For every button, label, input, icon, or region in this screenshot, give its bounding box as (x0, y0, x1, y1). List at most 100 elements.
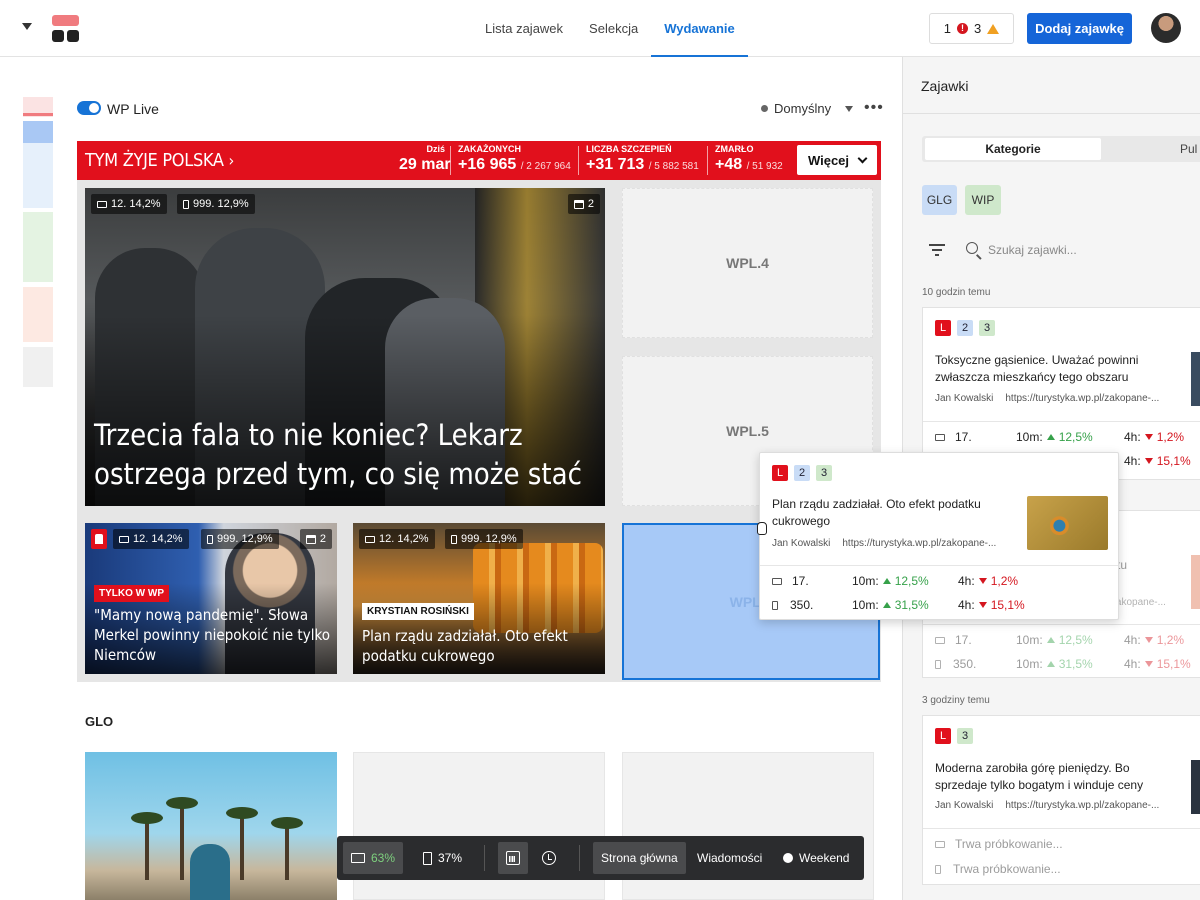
story-caption: "Mamy nową pandemię". Słowa Merkel powin… (94, 606, 330, 664)
teaser-thumbnail (1191, 352, 1200, 406)
time-label: 3 godziny temu (922, 695, 990, 706)
error-icon: ! (957, 23, 968, 34)
count-chip: 2 (567, 194, 600, 214)
monitor-icon (351, 853, 365, 863)
tab-categories[interactable]: Kategorie (925, 138, 1101, 160)
live-toggle[interactable] (77, 101, 101, 115)
page-weekend-button[interactable]: Weekend (775, 842, 857, 874)
more-button[interactable]: Więcej (797, 145, 877, 175)
minimap-block[interactable] (23, 347, 53, 387)
view-toolbar: 63% 37% Strona główna Wiadomości Weekend (337, 836, 864, 880)
minimap-block[interactable] (23, 287, 53, 342)
error-count: 1 (943, 21, 951, 36)
badge-group: L 3 (935, 728, 973, 744)
divider (484, 845, 485, 871)
arrow-up-icon (1046, 637, 1055, 643)
caret-down-icon[interactable] (22, 23, 32, 30)
mobile-icon (207, 534, 213, 544)
page-news-button[interactable]: Wiadomości (689, 842, 770, 874)
chevron-down-icon (857, 153, 868, 163)
teaser-title: Moderna zarobiła górę pieniędzy. Bo sprz… (935, 761, 1144, 792)
main-story-card[interactable]: 12. 14,2% 999. 12,9% 2 Trzecia fala to n… (85, 188, 605, 506)
more-options-icon[interactable]: ••• (864, 99, 884, 117)
monitor-icon (772, 577, 782, 585)
calendar-icon (305, 534, 316, 544)
banner-title[interactable]: TYM ŻYJE POLSKA › (85, 150, 234, 171)
teaser-meta: Jan Kowalski https://turystyka.wp.pl/zako… (772, 538, 997, 549)
story-card-sugar[interactable]: 12. 14,2% 999. 12,9% KRYSTIAN ROSIŃSKI P… (353, 523, 605, 674)
covid-banner: TYM ŻYJE POLSKA › Dziś 29 mar ZAKAŻONYCH… (77, 141, 881, 180)
slot-wpl4[interactable]: WPL.4 (622, 188, 873, 338)
nav-tab-selekcja[interactable]: Selekcja (576, 0, 651, 57)
page-home-button[interactable]: Strona główna (593, 842, 686, 874)
top-bar: Lista zajawek Selekcja Wydawanie 1 ! 3 D… (0, 0, 1200, 57)
glo-story-card[interactable] (85, 752, 337, 900)
teaser-card[interactable]: L 3 Moderna zarobiła górę pieniędzy. Bo … (922, 715, 1200, 885)
history-button[interactable] (534, 842, 564, 874)
monitor-icon (97, 200, 107, 208)
app-logo[interactable] (52, 15, 80, 43)
grab-cursor-icon (757, 522, 767, 535)
stat-deaths: ZMARŁO +48 / 51 932 (715, 144, 783, 173)
dot-icon (783, 853, 793, 863)
filter-tag-wip[interactable]: WIP (965, 185, 1001, 215)
search-input[interactable]: Szukaj zajawki... (988, 243, 1077, 257)
arrow-down-icon (978, 602, 987, 608)
arrow-down-icon (1144, 637, 1153, 643)
mobile-icon (183, 199, 189, 209)
nav-tab-lista[interactable]: Lista zajawek (472, 0, 576, 57)
story-caption: Plan rządu zadziałał. Oto efekt podatku … (362, 627, 568, 665)
mobile-icon (451, 534, 457, 544)
time-label: 10 godzin temu (922, 287, 991, 298)
teaser-meta: Jan Kowalski https://turystyka.wp.pl/zako… (935, 393, 1160, 404)
stat-infected: ZAKAŻONYCH +16 965 / 2 267 964 (458, 144, 571, 173)
desktop-view-button[interactable]: 63% (343, 842, 404, 874)
main-headline: Trzecia fala to nie koniec? Lekarz ostrz… (94, 418, 582, 491)
mobile-stat-chip: 999. 12,9% (445, 529, 523, 549)
preset-label: Domyślny (774, 101, 832, 116)
section-glo-title: GLO (85, 714, 114, 729)
teaser-title: Plan rządu zadziałał. Oto efekt podatku … (772, 497, 981, 528)
mobile-stat-chip: 999. 12,9% (177, 194, 255, 214)
mobile-icon (935, 659, 941, 669)
minimap-block[interactable] (23, 143, 53, 208)
story-card-merkel[interactable]: 12. 14,2% 999. 12,9% 2 TYLKO W WP "Mamy … (85, 523, 337, 674)
minimap-block[interactable] (23, 212, 53, 282)
stat-today: Dziś 29 mar (399, 144, 451, 173)
dot-icon (761, 105, 768, 112)
author-tag: KRYSTIAN ROSIŃSKI (362, 603, 474, 620)
label-tag: TYLKO W WP (94, 585, 169, 602)
monitor-icon (935, 433, 945, 441)
divider (578, 146, 579, 175)
monitor-icon (119, 535, 129, 543)
warning-icon (987, 23, 1000, 34)
desktop-stat-chip: 12. 14,2% (113, 529, 189, 549)
minimap-block[interactable] (23, 121, 53, 143)
mobile-stat-chip: 999. 12,9% (201, 529, 279, 549)
preset-select[interactable]: Domyślny (761, 101, 854, 116)
filter-icon[interactable] (929, 243, 945, 257)
user-avatar[interactable] (1151, 13, 1181, 43)
alerts-widget[interactable]: 1 ! 3 (929, 13, 1014, 44)
pin-badge[interactable] (91, 529, 107, 549)
arrow-down-icon (1144, 434, 1153, 440)
search-icon (966, 242, 978, 254)
filter-tag-glg[interactable]: GLG (922, 185, 957, 215)
calendar-icon (573, 199, 584, 209)
minimap-marker (23, 113, 53, 116)
tab-pool[interactable]: Pul (1180, 138, 1197, 160)
divider (902, 113, 1200, 114)
divider (450, 146, 451, 175)
chevron-down-icon (845, 105, 854, 112)
dragged-teaser-card[interactable]: L 2 3 Plan rządu zadziałał. Oto efekt po… (759, 452, 1119, 620)
stats-button[interactable] (498, 842, 528, 874)
badge-group: L 2 3 (935, 320, 995, 336)
add-teaser-button[interactable]: Dodaj zajawkę (1027, 13, 1132, 44)
mobile-icon (772, 600, 778, 610)
divider (923, 421, 1200, 422)
divider (760, 565, 1118, 566)
divider (579, 845, 580, 871)
nav-tab-wydawanie[interactable]: Wydawanie (651, 0, 748, 57)
mobile-view-button[interactable]: 37% (415, 842, 470, 874)
teaser-thumbnail (1027, 496, 1108, 550)
